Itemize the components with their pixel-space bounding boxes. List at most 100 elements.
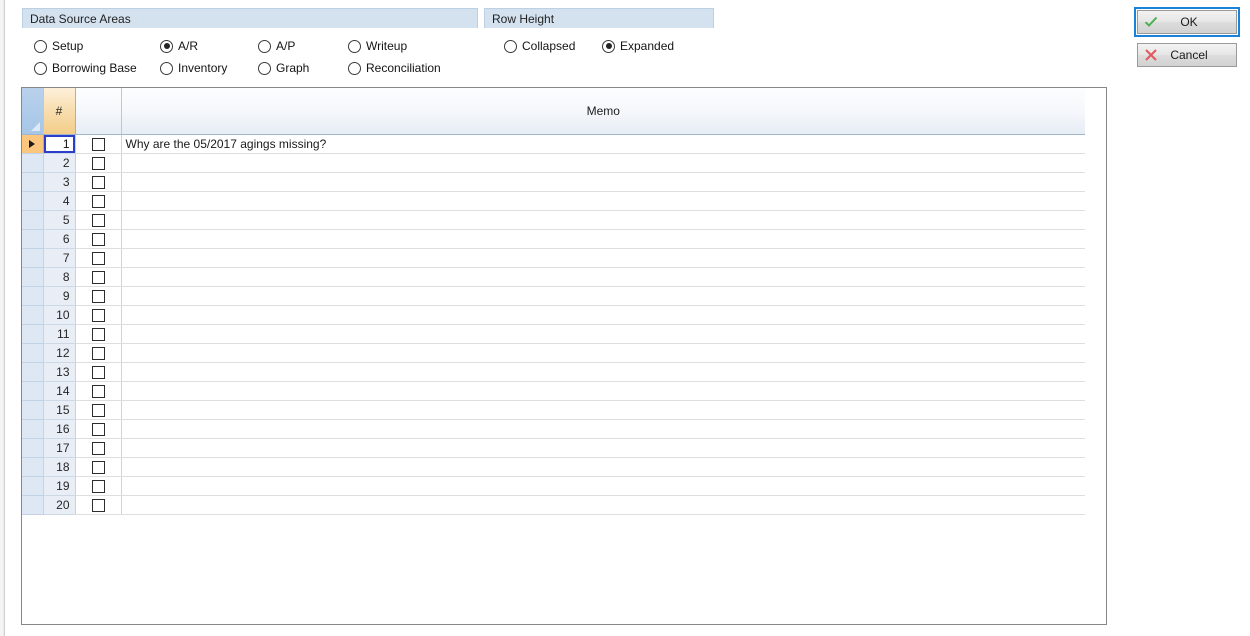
row-checkbox[interactable] xyxy=(91,194,105,208)
row-memo-cell[interactable] xyxy=(121,305,1085,325)
row-checkbox[interactable] xyxy=(91,498,105,512)
radio-borrowing-base[interactable]: Borrowing Base xyxy=(34,61,160,75)
row-memo-cell[interactable] xyxy=(121,457,1085,477)
row-memo-cell[interactable] xyxy=(121,172,1085,192)
row-number-cell[interactable]: 1 xyxy=(43,134,76,154)
row-memo-cell[interactable] xyxy=(121,400,1085,420)
row-number-cell[interactable]: 2 xyxy=(43,153,76,173)
row-indicator-cell[interactable] xyxy=(22,495,44,515)
table-row[interactable]: 15 xyxy=(22,400,1085,420)
row-indicator-cell[interactable] xyxy=(22,457,44,477)
row-memo-cell[interactable] xyxy=(121,191,1085,211)
row-checkbox-cell[interactable] xyxy=(75,343,122,363)
row-number-cell[interactable]: 9 xyxy=(43,286,76,306)
row-indicator-cell[interactable] xyxy=(22,229,44,249)
row-checkbox[interactable] xyxy=(91,384,105,398)
row-memo-cell[interactable] xyxy=(121,381,1085,401)
row-indicator-cell[interactable] xyxy=(22,400,44,420)
row-indicator-cell[interactable] xyxy=(22,324,44,344)
row-checkbox[interactable] xyxy=(91,327,105,341)
row-number-cell[interactable]: 16 xyxy=(43,419,76,439)
radio-graph[interactable]: Graph xyxy=(258,61,348,75)
row-memo-cell[interactable] xyxy=(121,286,1085,306)
row-indicator-cell[interactable] xyxy=(22,248,44,268)
row-checkbox-cell[interactable] xyxy=(75,400,122,420)
row-number-cell[interactable]: 10 xyxy=(43,305,76,325)
row-indicator-cell[interactable] xyxy=(22,419,44,439)
row-checkbox-cell[interactable] xyxy=(75,248,122,268)
row-checkbox-cell[interactable] xyxy=(75,495,122,515)
row-number-cell[interactable]: 13 xyxy=(43,362,76,382)
row-number-cell[interactable]: 3 xyxy=(43,172,76,192)
row-memo-cell[interactable] xyxy=(121,419,1085,439)
row-checkbox-cell[interactable] xyxy=(75,476,122,496)
cancel-button[interactable]: Cancel xyxy=(1137,43,1237,67)
row-checkbox[interactable] xyxy=(91,346,105,360)
row-checkbox[interactable] xyxy=(91,251,105,265)
table-row[interactable]: 4 xyxy=(22,191,1085,211)
row-indicator-cell[interactable] xyxy=(22,191,44,211)
row-checkbox[interactable] xyxy=(91,213,105,227)
row-indicator-cell[interactable] xyxy=(22,381,44,401)
row-indicator-cell[interactable] xyxy=(22,476,44,496)
row-checkbox[interactable] xyxy=(91,403,105,417)
radio-expanded[interactable]: Expanded xyxy=(602,39,712,53)
table-row[interactable]: 8 xyxy=(22,267,1085,287)
table-row[interactable]: 9 xyxy=(22,286,1085,306)
row-number-cell[interactable]: 7 xyxy=(43,248,76,268)
radio-reconciliation[interactable]: Reconciliation xyxy=(348,61,468,75)
row-memo-cell[interactable] xyxy=(121,476,1085,496)
row-number-cell[interactable]: 6 xyxy=(43,229,76,249)
row-checkbox[interactable] xyxy=(91,460,105,474)
row-number-cell[interactable]: 15 xyxy=(43,400,76,420)
row-indicator-cell[interactable] xyxy=(22,343,44,363)
row-checkbox[interactable] xyxy=(91,289,105,303)
row-checkbox[interactable] xyxy=(91,175,105,189)
table-row[interactable]: 6 xyxy=(22,229,1085,249)
row-indicator-cell[interactable] xyxy=(22,210,44,230)
table-row[interactable]: 18 xyxy=(22,457,1085,477)
table-row[interactable]: 7 xyxy=(22,248,1085,268)
table-row[interactable]: 1 Why are the 05/2017 agings missing? xyxy=(22,134,1085,154)
row-memo-cell[interactable] xyxy=(121,495,1085,515)
table-row[interactable]: 20 xyxy=(22,495,1085,515)
row-indicator-cell[interactable] xyxy=(22,438,44,458)
row-memo-cell[interactable] xyxy=(121,210,1085,230)
row-number-cell[interactable]: 20 xyxy=(43,495,76,515)
row-indicator-cell[interactable] xyxy=(22,286,44,306)
radio-inventory[interactable]: Inventory xyxy=(160,61,258,75)
memo-grid-panel[interactable]: # Memo 1 Why are the 05/2017 agings missi… xyxy=(21,87,1107,625)
row-checkbox-cell[interactable] xyxy=(75,229,122,249)
table-row[interactable]: 12 xyxy=(22,343,1085,363)
row-checkbox-cell[interactable] xyxy=(75,172,122,192)
radio-writeup[interactable]: Writeup xyxy=(348,39,468,53)
row-indicator-cell[interactable] xyxy=(22,267,44,287)
radio-ar[interactable]: A/R xyxy=(160,39,258,53)
table-row[interactable]: 16 xyxy=(22,419,1085,439)
row-checkbox[interactable] xyxy=(91,441,105,455)
row-number-cell[interactable]: 12 xyxy=(43,343,76,363)
row-memo-cell[interactable] xyxy=(121,362,1085,382)
row-checkbox[interactable] xyxy=(91,308,105,322)
row-checkbox-cell[interactable] xyxy=(75,438,122,458)
row-checkbox-cell[interactable] xyxy=(75,324,122,344)
row-checkbox-cell[interactable] xyxy=(75,210,122,230)
row-memo-cell[interactable] xyxy=(121,324,1085,344)
row-number-cell[interactable]: 14 xyxy=(43,381,76,401)
row-checkbox-cell[interactable] xyxy=(75,419,122,439)
row-memo-cell[interactable] xyxy=(121,229,1085,249)
table-row[interactable]: 5 xyxy=(22,210,1085,230)
row-number-cell[interactable]: 8 xyxy=(43,267,76,287)
row-number-cell[interactable]: 4 xyxy=(43,191,76,211)
row-memo-cell[interactable] xyxy=(121,153,1085,173)
radio-collapsed[interactable]: Collapsed xyxy=(504,39,602,53)
row-number-cell[interactable]: 19 xyxy=(43,476,76,496)
grid-corner-header[interactable] xyxy=(22,88,44,135)
table-row[interactable]: 2 xyxy=(22,153,1085,173)
row-number-cell[interactable]: 18 xyxy=(43,457,76,477)
row-checkbox[interactable] xyxy=(91,479,105,493)
table-row[interactable]: 14 xyxy=(22,381,1085,401)
row-checkbox-cell[interactable] xyxy=(75,457,122,477)
column-header-checkbox[interactable] xyxy=(75,88,122,135)
ok-button[interactable]: OK xyxy=(1137,10,1237,34)
